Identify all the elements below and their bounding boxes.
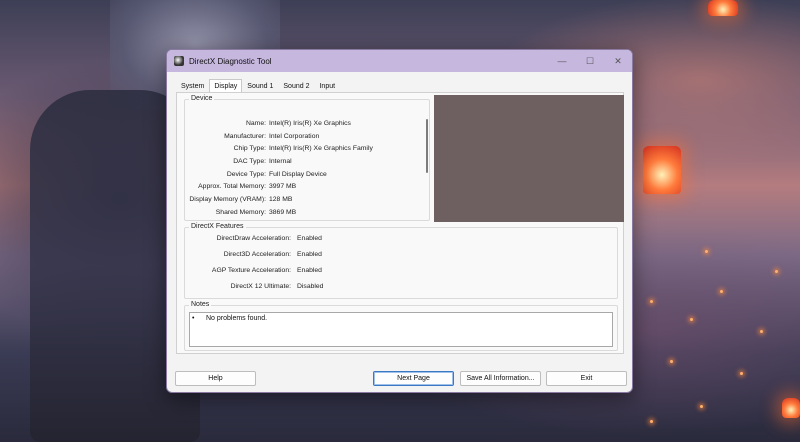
- dxdiag-app-icon: [174, 56, 184, 66]
- total-memory-value: 3997 MB: [269, 183, 297, 190]
- directdraw-acceleration-value: Enabled: [297, 235, 322, 242]
- lantern-light: [700, 405, 703, 408]
- help-button[interactable]: Help: [175, 371, 256, 386]
- shared-memory-label: Shared Memory:: [215, 209, 266, 216]
- direct3d-acceleration-value: Enabled: [297, 251, 322, 258]
- vram-value: 128 MB: [269, 196, 293, 203]
- display-tab-panel: Device Name: Intel(R) Iris(R) Xe Graphic…: [176, 92, 624, 354]
- notes-line: • No problems found.: [192, 315, 267, 322]
- shared-memory-value: 3869 MB: [269, 209, 297, 216]
- title-bar[interactable]: DirectX Diagnostic Tool — ☐ ✕: [167, 50, 632, 72]
- lantern-light: [670, 360, 673, 363]
- directx12-ultimate-value: Disabled: [297, 283, 324, 290]
- tab-display[interactable]: Display: [209, 79, 243, 92]
- dac-type-label: DAC Type:: [233, 158, 266, 165]
- directx-diagnostic-window: DirectX Diagnostic Tool — ☐ ✕ System Dis…: [166, 49, 633, 393]
- lantern-light: [690, 318, 693, 321]
- direct3d-acceleration-label: Direct3D Acceleration:: [223, 251, 291, 258]
- notes-textarea[interactable]: • No problems found.: [189, 312, 613, 347]
- notes-bullet: •: [192, 315, 195, 322]
- agp-texture-acceleration-value: Enabled: [297, 267, 322, 274]
- lantern-image: [708, 0, 738, 16]
- directx12-ultimate-label: DirectX 12 Ultimate:: [230, 283, 291, 290]
- device-group-label: Device: [189, 95, 215, 102]
- device-name-value: Intel(R) Iris(R) Xe Graphics: [269, 120, 351, 127]
- display-preview: [434, 95, 624, 222]
- device-type-value: Full Display Device: [269, 171, 327, 178]
- tab-system[interactable]: System: [176, 79, 209, 92]
- lantern-light: [775, 270, 778, 273]
- exit-button[interactable]: Exit: [546, 371, 627, 386]
- next-page-button[interactable]: Next Page: [373, 371, 454, 386]
- window-title: DirectX Diagnostic Tool: [189, 56, 272, 66]
- lantern-light: [705, 250, 708, 253]
- lantern-image: [643, 146, 681, 194]
- minimize-button[interactable]: —: [548, 50, 576, 72]
- lantern-light: [720, 290, 723, 293]
- lantern-light: [740, 372, 743, 375]
- total-memory-label: Approx. Total Memory:: [198, 183, 266, 190]
- directdraw-acceleration-label: DirectDraw Acceleration:: [216, 235, 291, 242]
- notes-line-text: No problems found.: [206, 315, 268, 322]
- chip-type-label: Chip Type:: [233, 145, 266, 152]
- lantern-image: [782, 398, 800, 418]
- device-scrollbar[interactable]: [426, 119, 428, 173]
- lantern-light: [650, 300, 653, 303]
- vram-label: Display Memory (VRAM):: [189, 196, 266, 203]
- lantern-light: [760, 330, 763, 333]
- tab-sound-1[interactable]: Sound 1: [242, 79, 278, 92]
- agp-texture-acceleration-label: AGP Texture Acceleration:: [211, 267, 291, 274]
- maximize-button[interactable]: ☐: [576, 50, 604, 72]
- device-type-label: Device Type:: [226, 171, 266, 178]
- save-all-information-button[interactable]: Save All Information...: [460, 371, 541, 386]
- directx-features-label: DirectX Features: [189, 223, 246, 230]
- notes-label: Notes: [189, 301, 212, 308]
- dac-type-value: Internal: [269, 158, 292, 165]
- manufacturer-label: Manufacturer:: [224, 133, 266, 140]
- close-button[interactable]: ✕: [604, 50, 632, 72]
- device-name-label: Name:: [245, 120, 266, 127]
- tab-strip: System Display Sound 1 Sound 2 Input: [176, 79, 340, 92]
- lantern-light: [650, 420, 653, 423]
- manufacturer-value: Intel Corporation: [269, 133, 320, 140]
- tab-sound-2[interactable]: Sound 2: [278, 79, 314, 92]
- chip-type-value: Intel(R) Iris(R) Xe Graphics Family: [269, 145, 373, 152]
- tab-input[interactable]: Input: [314, 79, 340, 92]
